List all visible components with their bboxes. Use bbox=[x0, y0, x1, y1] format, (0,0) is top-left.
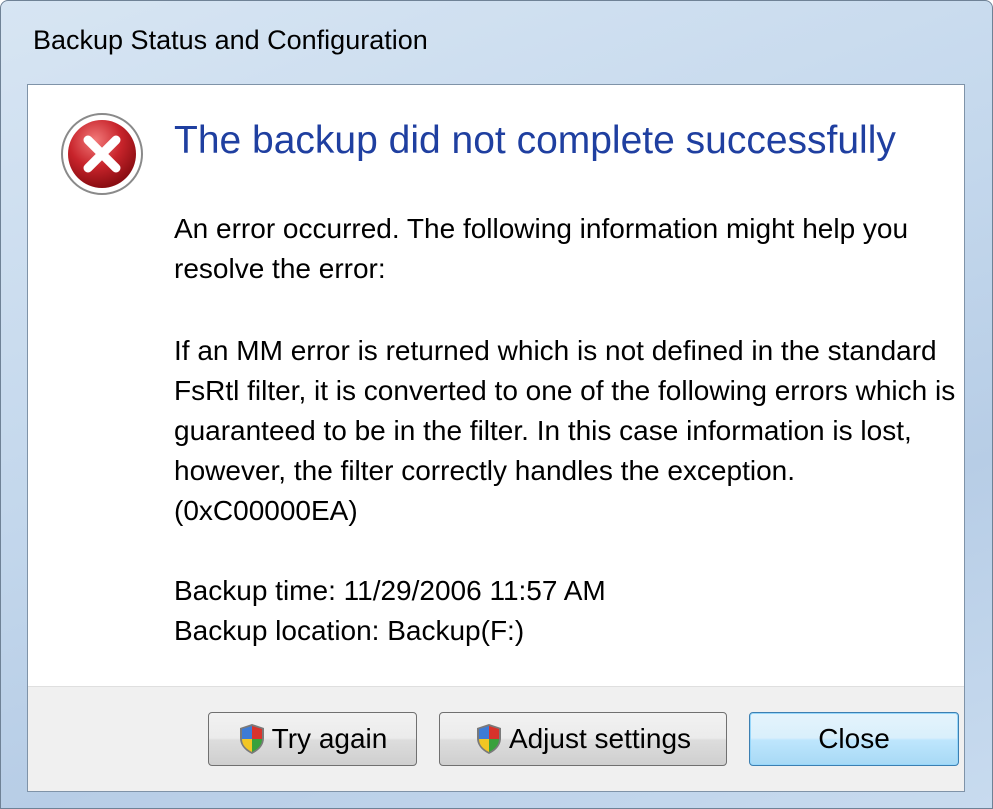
error-icon bbox=[61, 113, 143, 195]
error-details: If an MM error is returned which is not … bbox=[174, 331, 964, 531]
error-heading: The backup did not complete successfully bbox=[174, 119, 896, 162]
close-label: Close bbox=[818, 723, 890, 754]
error-intro: An error occurred. The following informa… bbox=[174, 209, 964, 289]
close-button[interactable]: Close bbox=[749, 712, 959, 766]
window-title: Backup Status and Configuration bbox=[33, 25, 428, 55]
button-bar: Try again Adjust settings Close bbox=[28, 686, 964, 791]
intro-text: An error occurred. The following informa… bbox=[174, 213, 909, 284]
dialog-content: The backup did not complete successfully… bbox=[27, 84, 965, 792]
details-text: If an MM error is returned which is not … bbox=[174, 335, 956, 526]
dialog-window: Backup Status and Configuration The back… bbox=[0, 0, 993, 809]
uac-shield-icon bbox=[476, 724, 501, 754]
title-bar[interactable]: Backup Status and Configuration bbox=[1, 1, 992, 85]
backup-location: Backup location: Backup(F:) bbox=[174, 615, 525, 646]
backup-info: Backup time: 11/29/2006 11:57 AM Backup … bbox=[174, 571, 964, 651]
try-again-button[interactable]: Try again bbox=[208, 712, 417, 766]
try-again-label: Try again bbox=[271, 723, 388, 754]
backup-time: Backup time: 11/29/2006 11:57 AM bbox=[174, 575, 606, 606]
adjust-settings-label: Adjust settings bbox=[508, 723, 692, 754]
adjust-settings-button[interactable]: Adjust settings bbox=[439, 712, 727, 766]
uac-shield-icon bbox=[239, 724, 264, 754]
